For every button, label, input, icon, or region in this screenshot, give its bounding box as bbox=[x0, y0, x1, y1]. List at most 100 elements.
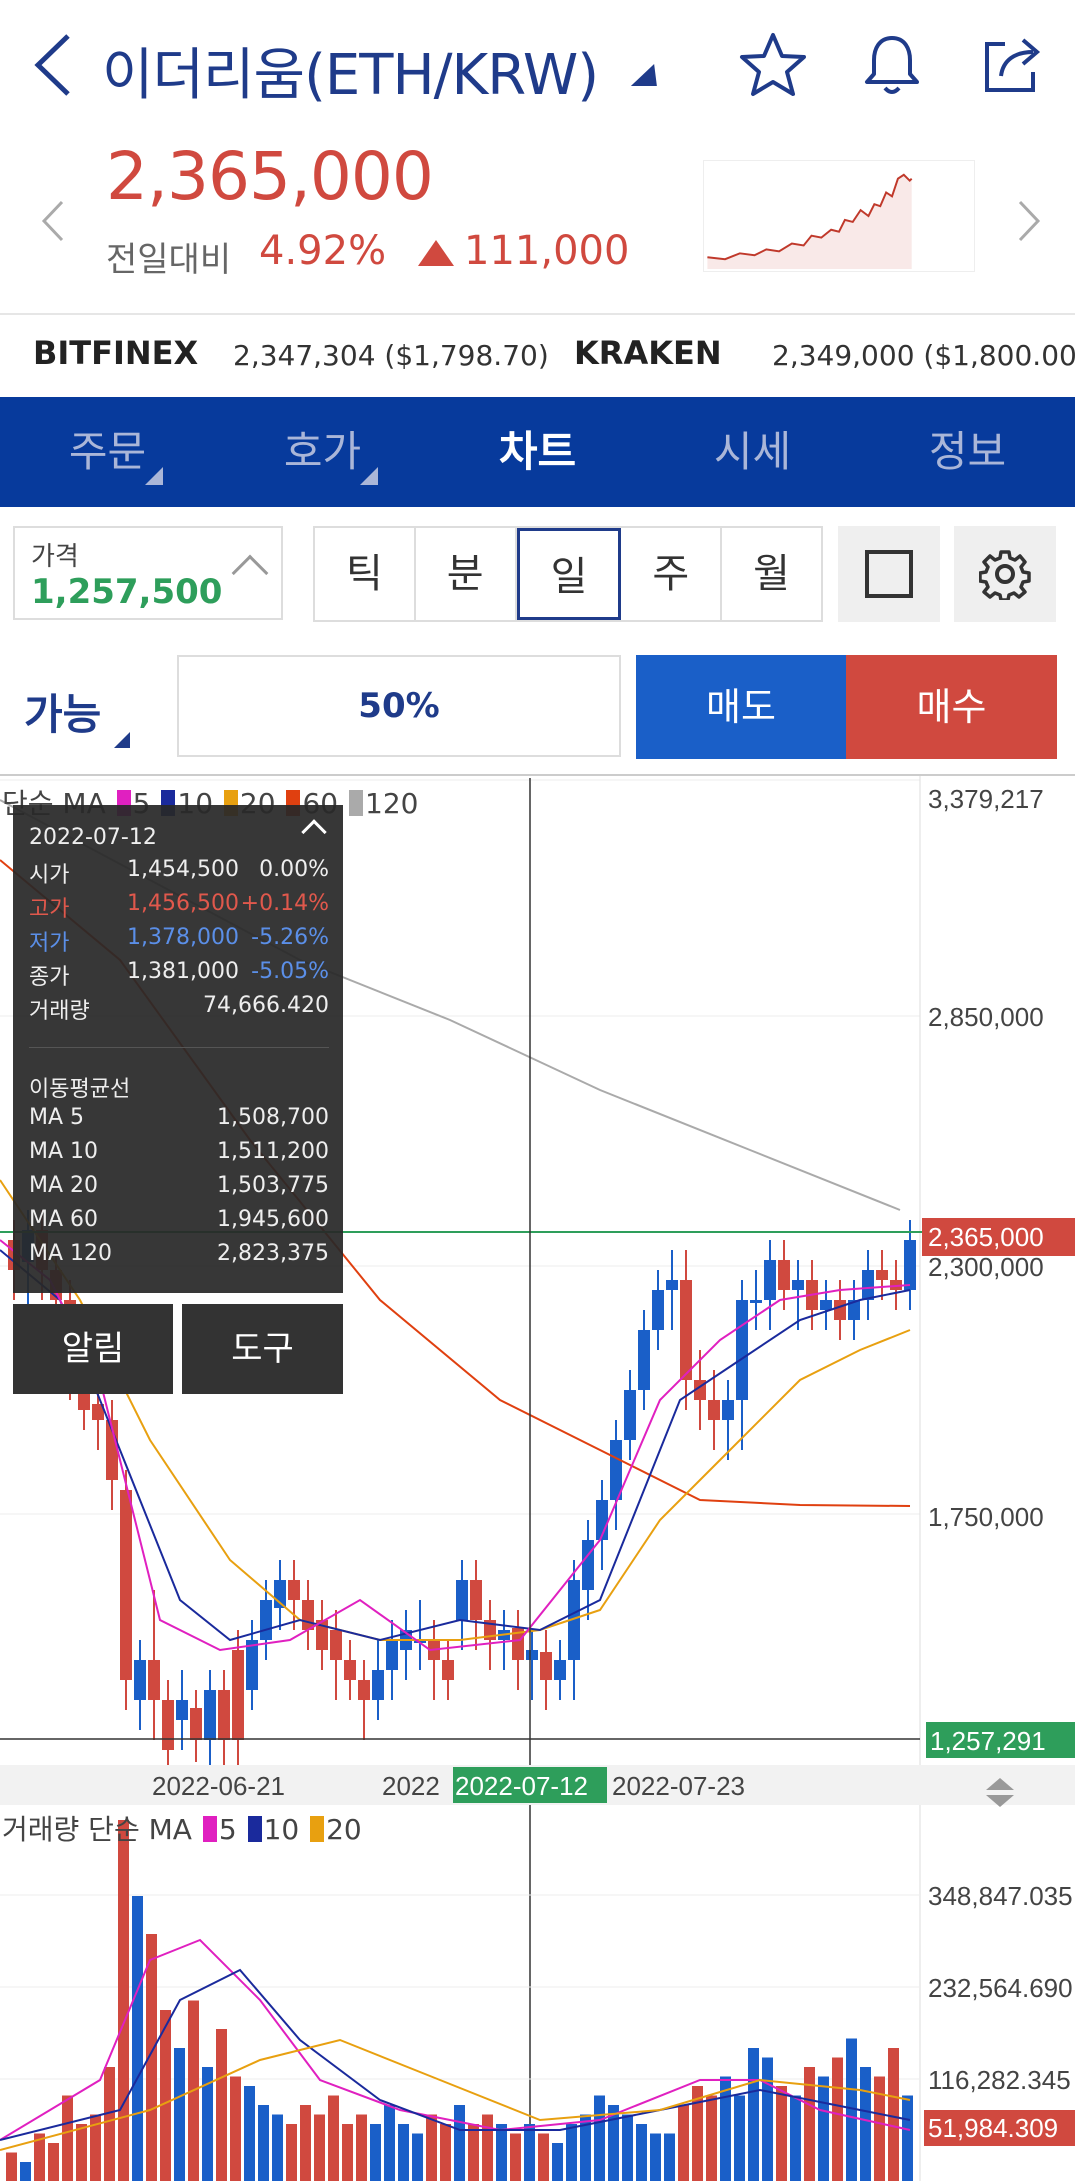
tooltip-ma60: MA 60 1,945,600 bbox=[29, 1207, 329, 1232]
candle-body bbox=[876, 1270, 888, 1280]
tooltip-volume: 거래량 74,666.420 bbox=[29, 993, 329, 1024]
tooltip-low: 저가 1,378,000 -5.26% bbox=[29, 925, 329, 956]
star-icon[interactable] bbox=[738, 30, 808, 100]
tab-quotes[interactable]: 시세 bbox=[645, 397, 860, 507]
caret-down-icon[interactable] bbox=[630, 64, 668, 86]
share-icon[interactable] bbox=[977, 30, 1047, 100]
candle-body bbox=[260, 1600, 272, 1640]
candle-body bbox=[190, 1708, 202, 1740]
divider bbox=[0, 313, 1075, 315]
candle-body bbox=[554, 1660, 566, 1680]
period-selector: 틱 분 일 주 월 bbox=[313, 526, 823, 622]
candle-body bbox=[722, 1400, 734, 1420]
percent-selector[interactable]: 50% bbox=[177, 655, 621, 757]
candle-body bbox=[176, 1700, 188, 1720]
period-tick[interactable]: 틱 bbox=[315, 528, 416, 620]
date-label: 2022-06-21 bbox=[152, 1771, 285, 1801]
volume-bar bbox=[818, 2076, 829, 2181]
candle-body bbox=[540, 1652, 552, 1680]
price-selector[interactable]: 가격 1,257,500 bbox=[13, 526, 283, 620]
tooltip-ma20: MA 20 1,503,775 bbox=[29, 1173, 329, 1198]
exchange-kraken-value: 2,349,000 ($1,800.00) bbox=[772, 339, 1075, 372]
date-label: 2022 bbox=[382, 1771, 440, 1801]
page-title[interactable]: 이더리움(ETH/KRW) bbox=[102, 30, 599, 111]
candle-body bbox=[120, 1490, 132, 1680]
buy-button[interactable]: 매수 bbox=[846, 655, 1057, 759]
corner-triangle-icon bbox=[360, 467, 378, 485]
volume-bar bbox=[48, 2143, 59, 2181]
current-price: 2,365,000 bbox=[106, 138, 434, 215]
candle-body bbox=[470, 1580, 482, 1620]
crosshair-date-label: 2022-07-12 bbox=[455, 1771, 588, 1801]
volume-bar bbox=[902, 2095, 913, 2181]
price-axis-label: 2,300,000 bbox=[928, 1252, 1044, 1282]
volume-axis-label: 348,847.035 bbox=[928, 1881, 1073, 1911]
period-minute[interactable]: 분 bbox=[416, 528, 517, 620]
volume-bar bbox=[468, 2124, 479, 2181]
chevron-left-icon[interactable] bbox=[30, 32, 80, 98]
sell-button[interactable]: 매도 bbox=[636, 655, 846, 759]
candle-body bbox=[736, 1300, 748, 1400]
available-label[interactable]: 가능 bbox=[24, 681, 101, 742]
volume-bar bbox=[76, 2124, 87, 2181]
tools-button[interactable]: 도구 bbox=[182, 1304, 343, 1394]
volume-bar bbox=[860, 2067, 871, 2181]
candle-body bbox=[778, 1260, 790, 1290]
alarm-button[interactable]: 알림 bbox=[13, 1304, 173, 1394]
sparkline-chart[interactable] bbox=[703, 160, 975, 272]
change-amount: 111,000 bbox=[464, 228, 630, 274]
square-button[interactable] bbox=[838, 526, 940, 622]
volume-bar bbox=[790, 2095, 801, 2181]
volume-bar bbox=[552, 2143, 563, 2181]
tab-chart[interactable]: 차트 bbox=[430, 397, 645, 507]
volume-bar bbox=[412, 2133, 423, 2181]
candle-body bbox=[834, 1300, 846, 1320]
volume-bar bbox=[832, 2057, 843, 2181]
tooltip-open: 시가 1,454,500 0.00% bbox=[29, 857, 329, 888]
settings-button[interactable] bbox=[954, 526, 1056, 622]
square-icon bbox=[865, 550, 913, 598]
next-icon[interactable] bbox=[1008, 196, 1048, 246]
exchange-bitfinex: BITFINEX bbox=[33, 334, 198, 372]
header: 이더리움(ETH/KRW) bbox=[0, 0, 1075, 130]
candle-body bbox=[638, 1330, 650, 1390]
volume-bar bbox=[20, 2162, 31, 2181]
tab-orderbook[interactable]: 호가 bbox=[215, 397, 430, 507]
tab-info[interactable]: 정보 bbox=[860, 397, 1075, 507]
candle-tooltip: 2022-07-12 시가 1,454,500 0.00% 고가 1,456,500 +… bbox=[13, 805, 343, 1293]
previous-icon[interactable] bbox=[34, 196, 74, 246]
volume-bar bbox=[524, 2124, 535, 2181]
volume-bar bbox=[258, 2105, 269, 2181]
price-value: 1,257,500 bbox=[31, 572, 223, 612]
period-day[interactable]: 일 bbox=[516, 528, 622, 620]
candle-body bbox=[624, 1390, 636, 1440]
volume-legend: 거래량 단순 MA 5 10 20 bbox=[2, 1813, 362, 1846]
period-month[interactable]: 월 bbox=[722, 528, 821, 620]
volume-bar bbox=[272, 2114, 283, 2181]
candle-body bbox=[862, 1270, 874, 1300]
candle-body bbox=[666, 1280, 678, 1290]
exchange-bitfinex-value: 2,347,304 ($1,798.70) bbox=[233, 339, 549, 372]
volume-bar bbox=[566, 2124, 577, 2181]
volume-bar bbox=[398, 2124, 409, 2181]
volume-bar bbox=[132, 1896, 143, 2181]
period-week[interactable]: 주 bbox=[621, 528, 723, 620]
candle-body bbox=[904, 1240, 916, 1290]
legend-swatch bbox=[202, 1816, 217, 1842]
volume-bar bbox=[888, 2048, 899, 2181]
candle-body bbox=[162, 1700, 174, 1750]
volume-bar bbox=[384, 2105, 395, 2181]
crosshair-price-label: 1,257,291 bbox=[930, 1726, 1046, 1756]
candle-body bbox=[344, 1660, 356, 1680]
candle-body bbox=[246, 1640, 258, 1690]
volume-bar bbox=[328, 2095, 339, 2181]
volume-bar bbox=[342, 2124, 353, 2181]
volume-bar bbox=[230, 2076, 241, 2181]
tab-bar: 주문 호가 차트 시세 정보 bbox=[0, 397, 1075, 507]
volume-bar bbox=[454, 2105, 465, 2181]
candle-body bbox=[764, 1260, 776, 1300]
candle-body bbox=[792, 1280, 804, 1290]
bell-icon[interactable] bbox=[857, 30, 927, 100]
current-volume-label: 51,984.309 bbox=[928, 2113, 1058, 2143]
tab-order[interactable]: 주문 bbox=[0, 397, 215, 507]
